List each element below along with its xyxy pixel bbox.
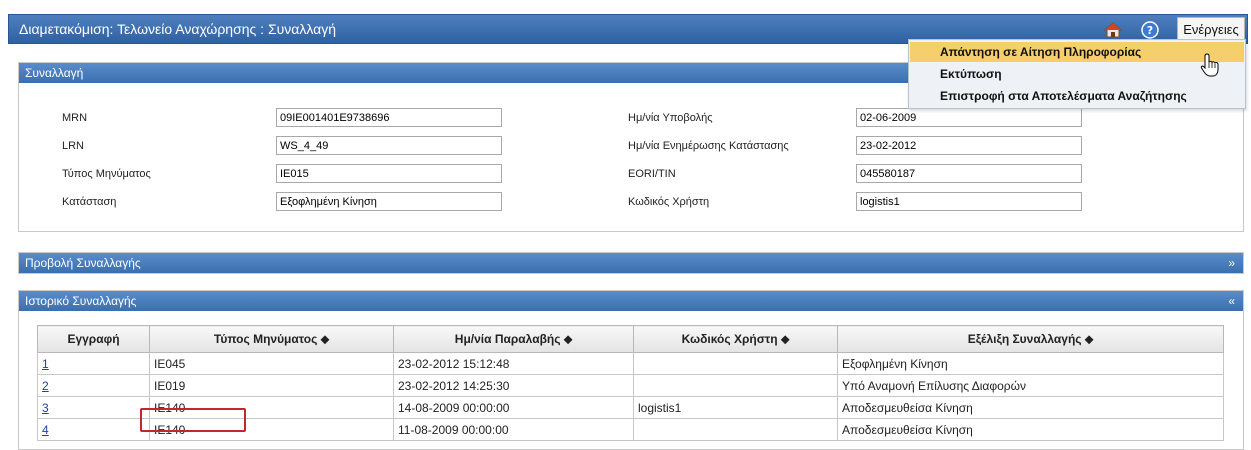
submission-date-field[interactable] xyxy=(856,108,1082,127)
cell-received-date: 11-08-2009 00:00:00 xyxy=(393,418,634,441)
cell-received-date: 23-02-2012 15:12:48 xyxy=(393,352,634,375)
home-icon[interactable] xyxy=(1103,21,1123,39)
field-label-eori-tin: EORI/TIN xyxy=(628,168,676,180)
field-label-message-type: Τύπος Μηνύματος xyxy=(62,168,151,180)
actions-dropdown-menu: Απάντηση σε Αίτηση Πληροφορίας Εκτύπωση … xyxy=(908,39,1246,109)
mrn-field[interactable] xyxy=(276,108,502,127)
table-row: 1 IE045 23-02-2012 15:12:48 Εξοφλημένη Κ… xyxy=(37,352,1224,375)
table-row: 2 IE019 23-02-2012 14:25:30 Υπό Αναμονή … xyxy=(37,374,1224,397)
cell-received-date: 14-08-2009 00:00:00 xyxy=(393,396,634,419)
hand-cursor-icon xyxy=(1198,52,1224,78)
cell-user-code: logistis1 xyxy=(633,396,838,419)
view-transaction-title: Προβολή Συναλλαγής xyxy=(25,256,141,270)
cell-progress: Υπό Αναμονή Επίλυσης Διαφορών xyxy=(837,374,1224,397)
expand-chevron-icon[interactable]: » xyxy=(1228,253,1235,273)
menu-item-reply-info-request[interactable]: Απάντηση σε Αίτηση Πληροφορίας xyxy=(910,42,1244,62)
page-title: Διαμετακόμιση: Τελωνείο Αναχώρησης : Συν… xyxy=(19,21,337,37)
column-header-received-date[interactable]: Ημ/νία Παραλαβής ⬥ xyxy=(393,325,634,353)
history-title: Ιστορικό Συναλλαγής xyxy=(25,294,137,308)
message-type-field[interactable] xyxy=(276,164,502,183)
column-header-progress[interactable]: Εξέλιξη Συναλλαγής ⬥ xyxy=(837,325,1224,353)
field-label-user-code: Κωδικός Χρήστη xyxy=(628,196,710,208)
table-header-row: Εγγραφή Τύπος Μηνύματος ⬥ Ημ/νία Παραλαβ… xyxy=(37,325,1224,353)
record-link[interactable]: 2 xyxy=(42,379,49,393)
record-link[interactable]: 4 xyxy=(42,423,49,437)
cell-message-type: IE019 xyxy=(149,374,394,397)
history-header[interactable]: Ιστορικό Συναλλαγής « xyxy=(19,291,1243,311)
field-label-status: Κατάσταση xyxy=(62,196,117,208)
record-link[interactable]: 3 xyxy=(42,401,49,415)
cell-message-type: IE045 xyxy=(149,352,394,375)
cell-received-date: 23-02-2012 14:25:30 xyxy=(393,374,634,397)
svg-text:?: ? xyxy=(1147,24,1153,37)
column-header-record[interactable]: Εγγραφή xyxy=(37,325,150,353)
menu-item-back-to-results[interactable]: Επιστροφή στα Αποτελέσματα Αναζήτησης xyxy=(910,86,1244,106)
highlight-annotation-box xyxy=(140,408,246,432)
field-label-status-update-date: Ημ/νία Ενημέρωσης Κατάστασης xyxy=(628,140,789,152)
field-label-submission-date: Ημ/νία Υποβολής xyxy=(628,112,713,124)
cell-user-code xyxy=(633,352,838,375)
help-icon[interactable]: ? xyxy=(1141,21,1159,39)
cell-progress: Εξοφλημένη Κίνηση xyxy=(837,352,1224,375)
status-field[interactable] xyxy=(276,192,502,211)
lrn-field[interactable] xyxy=(276,136,502,155)
status-update-date-field[interactable] xyxy=(856,136,1082,155)
cell-progress: Αποδεσμευθείσα Κίνηση xyxy=(837,418,1224,441)
eori-tin-field[interactable] xyxy=(856,164,1082,183)
column-header-user-code[interactable]: Κωδικός Χρήστη ⬥ xyxy=(633,325,838,353)
menu-item-print[interactable]: Εκτύπωση xyxy=(910,64,1244,84)
field-label-mrn: MRN xyxy=(62,112,88,124)
cell-user-code xyxy=(633,374,838,397)
record-link[interactable]: 1 xyxy=(42,357,49,371)
view-transaction-header[interactable]: Προβολή Συναλλαγής » xyxy=(19,253,1243,273)
column-header-message-type[interactable]: Τύπος Μηνύματος ⬥ xyxy=(149,325,394,353)
cell-progress: Αποδεσμευθείσα Κίνηση xyxy=(837,396,1224,419)
collapse-chevron-icon[interactable]: « xyxy=(1228,291,1235,311)
user-code-field[interactable] xyxy=(856,192,1082,211)
view-transaction-panel: Προβολή Συναλλαγής » xyxy=(18,252,1244,274)
field-label-lrn: LRN xyxy=(62,140,85,152)
actions-button[interactable]: Ενέργειες xyxy=(1177,17,1245,41)
cell-user-code xyxy=(633,418,838,441)
